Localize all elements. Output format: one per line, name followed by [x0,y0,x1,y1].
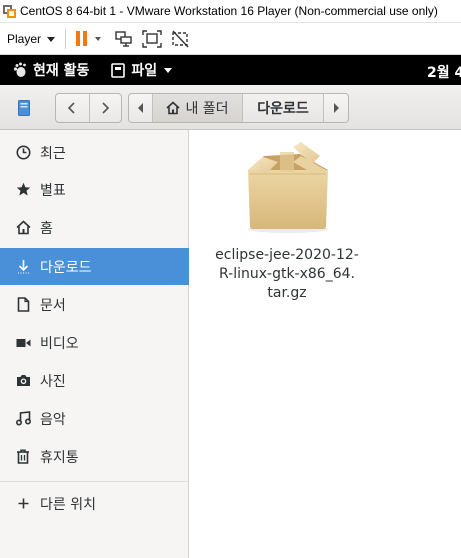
sidebar-item-home[interactable]: 홈 [0,209,189,246]
document-icon [15,297,31,313]
file-name-line: eclipse-jee-2020-12- [215,247,359,263]
files-headerbar: 내 폴더 다운로드 [0,85,461,130]
back-button[interactable] [56,94,89,122]
sidebar-item-label: 사진 [40,373,66,390]
files-app-icon [111,62,126,78]
sidebar-item-videos[interactable]: 비디오 [0,324,189,361]
path-home-button[interactable]: 내 폴더 [152,94,242,122]
file-name: eclipse-jee-2020-12- R-linux-gtk-x86_64.… [202,246,372,303]
forward-button[interactable] [88,94,122,122]
pause-icon[interactable] [76,31,88,46]
sidebar-item-recent[interactable]: 최근 [0,134,189,171]
places-sidebar: 최근 별표 홈 다운로드 문서 비디오 사진 음악 휴지통 다른 위치 [0,130,189,558]
triangle-right-icon [334,103,339,113]
chevron-right-icon [102,102,110,114]
download-icon [15,259,31,275]
sidebar-item-documents[interactable]: 문서 [0,286,189,323]
sidebar-icon [17,99,30,116]
sidebar-item-starred[interactable]: 별표 [0,171,189,208]
sidebar-item-label: 음악 [40,411,66,428]
sidebar-item-label: 비디오 [40,335,79,352]
camera-icon [15,373,31,389]
clock-icon [15,145,31,161]
sidebar-item-label: 휴지통 [40,449,79,466]
vmware-title-bar: CentOS 8 64-bit 1 - VMware Workstation 1… [0,0,461,23]
activities-label: 현재 활동 [33,63,90,79]
chevron-left-icon [68,102,75,114]
path-home-label: 내 폴더 [185,101,229,117]
send-keys-icon[interactable] [113,28,135,50]
music-icon [15,411,31,427]
sidebar-item-music[interactable]: 음악 [0,400,189,437]
sidebar-item-other-locations[interactable]: 다른 위치 [0,485,189,522]
toolbar-divider [65,28,67,49]
path-bar: 내 폴더 다운로드 [128,93,349,123]
chevron-down-icon [164,67,173,73]
sidebar-item-pictures[interactable]: 사진 [0,362,189,399]
home-icon [15,220,31,236]
history-nav [55,93,122,123]
sidebar-toggle-button[interactable] [10,94,37,121]
path-current-button[interactable]: 다운로드 [242,94,323,122]
sidebar-item-label: 홈 [40,220,53,237]
path-scroll-right-button[interactable] [323,94,348,122]
plus-icon [15,496,31,512]
sidebar-item-label: 별표 [40,182,66,199]
sidebar-item-label: 최근 [40,145,66,162]
fit-guest-icon[interactable] [141,28,163,50]
app-menu[interactable]: 파일 [111,60,173,80]
package-archive-icon [248,142,328,233]
sidebar-item-label: 다른 위치 [40,496,96,513]
file-name-line: tar.gz [267,285,307,301]
gnome-top-bar: 현재 활동 파일 2월 4 [0,55,461,85]
sidebar-item-trash[interactable]: 휴지통 [0,438,189,475]
sidebar-item-label: 문서 [40,297,66,314]
sidebar-divider [0,481,189,482]
file-name-line: R-linux-gtk-x86_64. [219,266,355,282]
player-menu-label: Player [7,31,42,46]
vmware-toolbar: Player [0,23,461,55]
trash-icon [15,449,31,465]
sidebar-item-downloads[interactable]: 다운로드 [0,248,189,285]
star-icon [15,182,31,198]
sidebar-item-label: 다운로드 [40,259,92,276]
home-icon [166,101,180,115]
chevron-down-icon [47,37,56,42]
gnome-foot-icon [13,62,26,77]
triangle-left-icon [137,103,143,113]
clock[interactable]: 2월 4 [427,62,461,82]
path-current-label: 다운로드 [257,101,309,117]
player-menu[interactable]: Player [7,31,56,46]
path-scroll-left-button[interactable] [129,94,152,122]
vmware-logo-icon [3,4,16,18]
window-title: CentOS 8 64-bit 1 - VMware Workstation 1… [20,4,438,18]
unity-icon[interactable] [169,28,191,50]
file-view: eclipse-jee-2020-12- R-linux-gtk-x86_64.… [190,130,461,558]
power-options-dropdown[interactable] [95,36,102,41]
app-menu-label: 파일 [131,63,158,79]
activities-button[interactable]: 현재 활동 [12,60,89,80]
video-icon [15,335,31,351]
